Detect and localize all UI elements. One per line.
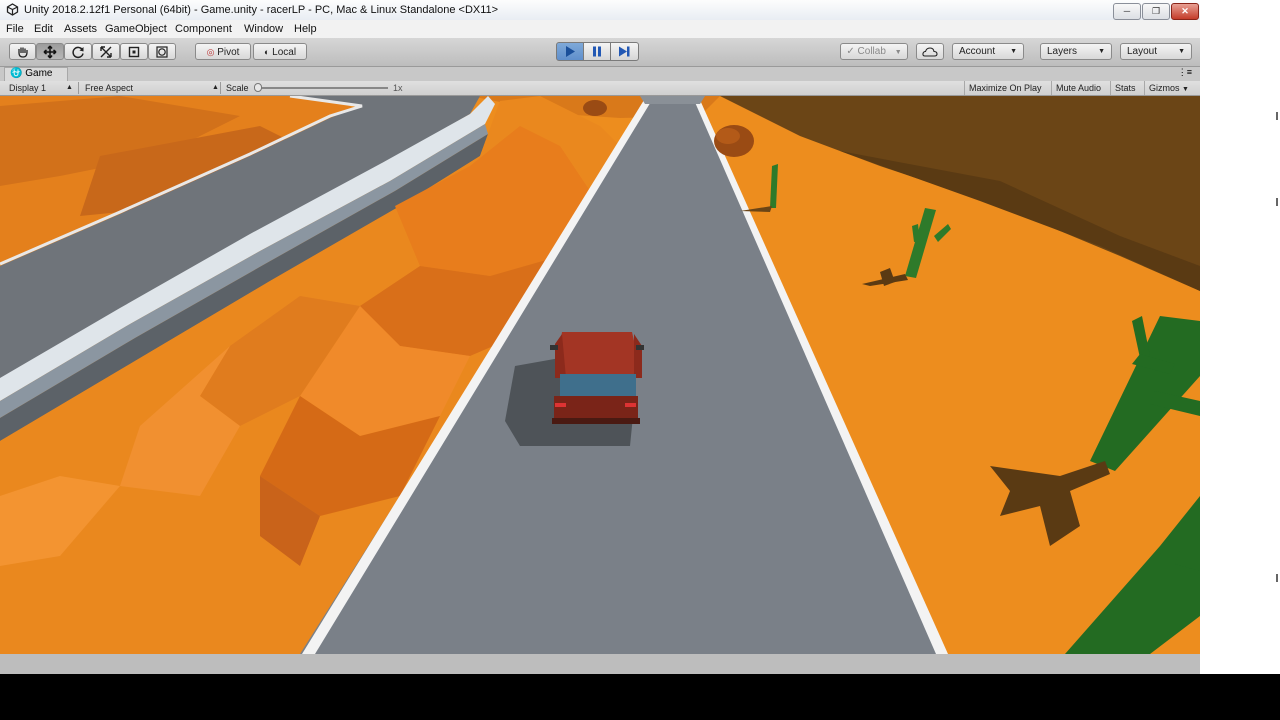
scale-slider-thumb[interactable] — [254, 83, 262, 92]
maximize-on-play-toggle[interactable]: Maximize On Play — [964, 81, 1046, 95]
local-label: Local — [272, 47, 297, 58]
dropdown-arrow-icon: ▲︎ — [212, 84, 219, 91]
menu-assets[interactable]: Assets — [64, 23, 97, 35]
aspect-dropdown[interactable]: Free Aspect — [85, 81, 133, 95]
unity-editor-window: Unity 2018.2.12f1 Personal (64bit) - Gam… — [0, 0, 1200, 674]
restore-icon[interactable]: ❐ — [1142, 3, 1170, 20]
gizmos-dropdown[interactable]: Gizmos ▼ — [1144, 81, 1193, 95]
window-title: Unity 2018.2.12f1 Personal (64bit) - Gam… — [24, 4, 499, 16]
status-bar — [0, 654, 1200, 674]
desktop-mark — [1276, 112, 1278, 120]
pause-button[interactable] — [583, 42, 611, 61]
menu-bar: File Edit Assets GameObject Component Wi… — [0, 20, 1200, 38]
layers-label: Layers — [1047, 46, 1078, 57]
account-dropdown[interactable]: Account ▼ — [952, 43, 1024, 60]
menu-file[interactable]: File — [6, 23, 24, 35]
tab-menu-icon[interactable]: ⋮≡ — [1178, 67, 1192, 78]
rect-tool-icon[interactable] — [120, 43, 148, 60]
scale-label: Scale — [226, 83, 249, 93]
close-icon[interactable]: ✕ — [1171, 3, 1199, 20]
desktop-mark — [1276, 198, 1278, 206]
transform-tool-icon[interactable] — [148, 43, 176, 60]
step-button[interactable] — [610, 42, 639, 61]
hand-tool-icon[interactable] — [9, 43, 36, 60]
car-rear-window — [560, 374, 636, 398]
menu-window[interactable]: Window — [244, 23, 283, 35]
menu-component[interactable]: Component — [175, 23, 232, 35]
rotate-tool-icon[interactable] — [64, 43, 92, 60]
dropdown-arrow-icon: ▼ — [1098, 48, 1105, 55]
pivot-label: Pivot — [217, 47, 240, 58]
desktop-mark — [1276, 574, 1278, 582]
game-tab-label: Game — [25, 68, 53, 79]
stats-toggle[interactable]: Stats — [1110, 81, 1140, 95]
menu-edit[interactable]: Edit — [34, 23, 53, 35]
dropdown-arrow-icon: ▲︎ — [66, 84, 73, 91]
dropdown-arrow-icon: ▼ — [1010, 48, 1017, 55]
aspect-label: Free Aspect — [85, 83, 134, 93]
step-icon — [619, 46, 630, 57]
unity-logo-icon — [6, 3, 19, 16]
boulder-highlight — [716, 128, 740, 144]
layout-dropdown[interactable]: Layout ▼ — [1120, 43, 1192, 60]
desktop-edge — [1200, 0, 1280, 674]
menu-gameobject[interactable]: GameObject — [105, 23, 167, 35]
move-tool-icon[interactable] — [36, 43, 64, 60]
pivot-icon: ◎ — [206, 47, 215, 57]
pivot-toggle[interactable]: ◎ Pivot — [195, 43, 251, 60]
layout-label: Layout — [1127, 46, 1158, 57]
cloud-icon — [922, 47, 938, 57]
dropdown-arrow-icon: ▼ — [1178, 48, 1185, 55]
player-car — [550, 332, 644, 424]
gizmos-label: Gizmos — [1149, 83, 1180, 93]
scale-value: 1x — [393, 83, 403, 93]
menu-help[interactable]: Help — [294, 23, 317, 35]
divider — [220, 82, 221, 94]
display-dropdown[interactable]: Display 1 — [9, 81, 46, 95]
screen-margin — [0, 674, 1280, 720]
game-tab-strip: ⛎ Game ⋮≡ — [0, 67, 1200, 81]
game-view-icon: ⛎ — [10, 68, 23, 79]
boulder — [583, 100, 607, 116]
check-icon: ✓ — [846, 46, 855, 57]
title-bar: Unity 2018.2.12f1 Personal (64bit) - Gam… — [0, 0, 1200, 21]
play-icon — [566, 46, 575, 57]
scale-slider-track[interactable] — [258, 87, 388, 89]
minimize-icon[interactable]: ─ — [1113, 3, 1141, 20]
local-toggle[interactable]: ◐ Local — [253, 43, 307, 60]
layers-dropdown[interactable]: Layers ▼ — [1040, 43, 1112, 60]
pause-icon — [593, 46, 601, 57]
display-label: Display 1 — [9, 83, 47, 93]
dropdown-arrow-icon: ▼ — [894, 49, 902, 56]
mute-audio-toggle[interactable]: Mute Audio — [1051, 81, 1105, 95]
tab-game[interactable]: ⛎ Game — [4, 67, 68, 81]
divider — [78, 82, 79, 94]
cloud-button[interactable] — [916, 43, 944, 60]
main-toolbar: ◎ Pivot ◐ Local ✓ Collab ▼ Account ▼ Lay… — [0, 38, 1200, 67]
local-icon: ◐ — [263, 47, 270, 57]
dropdown-arrow-icon: ▼ — [1182, 86, 1189, 93]
play-button[interactable] — [556, 42, 584, 61]
game-view-toolbar: Display 1 ▲︎ Free Aspect ▲︎ Scale 1x Max… — [0, 81, 1200, 96]
scale-tool-icon[interactable] — [92, 43, 120, 60]
account-label: Account — [959, 46, 996, 57]
collab-dropdown[interactable]: ✓ Collab ▼ — [840, 43, 908, 60]
road-crest — [640, 96, 705, 104]
collab-label: Collab — [857, 46, 886, 57]
game-render-view[interactable] — [0, 96, 1200, 654]
